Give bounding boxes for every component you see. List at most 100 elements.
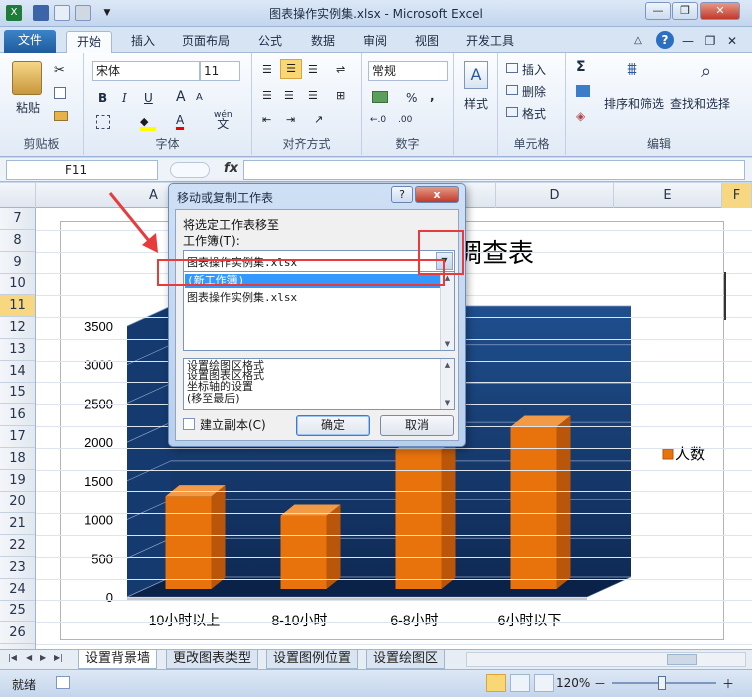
scroll-down-icon[interactable]: ▼ bbox=[441, 338, 454, 350]
column-header-e[interactable]: E bbox=[614, 183, 722, 208]
font-color-button[interactable]: A bbox=[176, 113, 185, 130]
doc-restore-icon[interactable]: ❐ bbox=[702, 31, 718, 53]
tab-developer[interactable]: 开发工具 bbox=[460, 31, 520, 53]
align-right-icon[interactable]: ☰ bbox=[308, 89, 318, 102]
decrease-indent-icon[interactable]: ⇤ bbox=[262, 113, 271, 126]
ok-button[interactable]: 确定 bbox=[296, 415, 370, 436]
sort-filter-icon[interactable]: ⩩ bbox=[618, 59, 646, 89]
page-layout-view-icon[interactable] bbox=[510, 674, 530, 692]
tab-review[interactable]: 审阅 bbox=[355, 31, 395, 53]
tab-data[interactable]: 数据 bbox=[303, 31, 343, 53]
clear-icon[interactable]: ◈ bbox=[576, 109, 585, 123]
restore-button[interactable]: ❐ bbox=[672, 2, 698, 20]
workbook-option-current[interactable]: 图表操作实例集.xlsx bbox=[187, 289, 297, 305]
tab-view[interactable]: 视图 bbox=[407, 31, 447, 53]
styles-icon[interactable]: A bbox=[464, 61, 488, 89]
increase-decimal-button[interactable]: ←.0 bbox=[370, 115, 386, 125]
grow-font-button[interactable]: A bbox=[176, 89, 186, 105]
shrink-font-button[interactable]: A bbox=[196, 92, 203, 103]
italic-button[interactable]: I bbox=[122, 91, 127, 105]
column-header-f[interactable]: F bbox=[722, 183, 752, 208]
sheet-list-item[interactable]: (移至最后) bbox=[187, 393, 240, 404]
scroll-up-icon[interactable]: ▲ bbox=[441, 359, 454, 371]
row-header-11[interactable]: 11 bbox=[0, 295, 35, 318]
copy-icon[interactable] bbox=[54, 87, 66, 99]
orientation-icon[interactable]: ↗ bbox=[314, 113, 323, 126]
autosum-button[interactable]: Σ bbox=[576, 59, 586, 75]
sheet-list-scrollbar[interactable]: ▲ ▼ bbox=[440, 359, 454, 409]
normal-view-icon[interactable] bbox=[486, 674, 506, 692]
row-header-20[interactable]: 20 bbox=[0, 491, 35, 514]
zoom-in-button[interactable]: ＋ bbox=[722, 675, 734, 692]
delete-cells-icon[interactable] bbox=[506, 85, 518, 95]
sheet-tab[interactable]: 设置图例位置 bbox=[266, 650, 359, 669]
doc-minimize-icon[interactable]: — bbox=[680, 31, 696, 53]
create-copy-checkbox[interactable] bbox=[183, 418, 195, 430]
format-painter-icon[interactable] bbox=[54, 111, 68, 121]
page-break-view-icon[interactable] bbox=[534, 674, 554, 692]
align-center-icon[interactable]: ☰ bbox=[284, 89, 294, 102]
zoom-slider[interactable] bbox=[612, 676, 716, 690]
row-header-21[interactable]: 21 bbox=[0, 513, 35, 536]
align-bottom-icon[interactable]: ☰ bbox=[308, 63, 318, 76]
insert-cells-button[interactable]: 插入 bbox=[522, 61, 546, 78]
formula-input[interactable] bbox=[243, 160, 745, 180]
macro-record-icon[interactable] bbox=[56, 676, 70, 689]
cancel-button[interactable]: 取消 bbox=[380, 415, 454, 436]
row-header-10[interactable]: 10 bbox=[0, 273, 35, 296]
row-header-14[interactable]: 14 bbox=[0, 361, 35, 383]
dialog-help-button[interactable]: ? bbox=[391, 186, 413, 203]
row-header-12[interactable]: 12 bbox=[0, 317, 35, 339]
format-cells-button[interactable]: 格式 bbox=[522, 105, 546, 122]
styles-button[interactable]: 样式 bbox=[464, 95, 488, 112]
row-header-17[interactable]: 17 bbox=[0, 426, 35, 448]
phonetic-guide-button[interactable]: wén 文 bbox=[214, 111, 233, 131]
row-header-19[interactable]: 19 bbox=[0, 470, 35, 492]
font-size-select[interactable]: 11 bbox=[200, 61, 240, 81]
paste-button[interactable]: 粘贴 bbox=[16, 99, 40, 116]
row-header-13[interactable]: 13 bbox=[0, 339, 35, 361]
help-icon[interactable]: ? bbox=[656, 31, 674, 49]
dialog-close-button[interactable]: x bbox=[415, 186, 459, 203]
ribbon-collapse-icon[interactable]: △ bbox=[630, 31, 646, 53]
tab-file[interactable]: 文件 bbox=[4, 30, 56, 53]
next-sheet-icon[interactable]: ▶ bbox=[40, 653, 46, 662]
find-select-icon[interactable]: ⌕ bbox=[692, 61, 720, 89]
wrap-text-icon[interactable]: ⇌ bbox=[336, 63, 345, 76]
currency-icon[interactable] bbox=[372, 91, 388, 103]
fill-icon[interactable] bbox=[576, 85, 590, 97]
name-box[interactable]: F11 bbox=[6, 160, 158, 180]
tab-insert[interactable]: 插入 bbox=[122, 31, 164, 53]
prev-sheet-icon[interactable]: ◀ bbox=[26, 653, 32, 662]
row-header-25[interactable]: 25 bbox=[0, 600, 35, 623]
first-sheet-icon[interactable]: |◀ bbox=[8, 653, 17, 662]
borders-icon[interactable] bbox=[96, 115, 110, 129]
comma-button[interactable]: , bbox=[430, 89, 435, 103]
find-select-button[interactable]: 查找和选择 bbox=[670, 95, 730, 112]
paste-icon[interactable] bbox=[12, 61, 42, 95]
sheet-list-item[interactable]: 坐标轴的设置 bbox=[187, 381, 253, 392]
formula-expand-icon[interactable] bbox=[170, 162, 210, 178]
scroll-down-icon[interactable]: ▼ bbox=[441, 397, 454, 409]
bold-button[interactable]: B bbox=[98, 91, 107, 105]
scroll-thumb[interactable] bbox=[667, 654, 697, 665]
percent-button[interactable]: % bbox=[406, 91, 417, 105]
row-header-26[interactable]: 26 bbox=[0, 622, 35, 645]
row-header-8[interactable]: 8 bbox=[0, 230, 35, 252]
select-all-corner[interactable] bbox=[0, 183, 36, 208]
row-header-15[interactable]: 15 bbox=[0, 382, 35, 405]
last-sheet-icon[interactable]: ▶| bbox=[54, 653, 63, 662]
fx-icon[interactable]: fx bbox=[224, 161, 238, 176]
row-header-7[interactable]: 7 bbox=[0, 208, 35, 230]
sheet-tab[interactable]: 设置绘图区 bbox=[366, 650, 446, 669]
zoom-level[interactable]: 120% bbox=[556, 676, 590, 690]
row-header-22[interactable]: 22 bbox=[0, 535, 35, 557]
zoom-out-button[interactable]: － bbox=[594, 675, 606, 692]
format-cells-icon[interactable] bbox=[506, 107, 518, 117]
tab-page-layout[interactable]: 页面布局 bbox=[176, 31, 236, 53]
doc-close-icon[interactable]: ✕ bbox=[724, 31, 740, 53]
delete-cells-button[interactable]: 删除 bbox=[522, 83, 546, 100]
decrease-decimal-button[interactable]: .00 bbox=[398, 115, 412, 125]
align-left-icon[interactable]: ☰ bbox=[262, 89, 272, 102]
sheet-tab[interactable]: 设置背景墙 bbox=[78, 650, 158, 669]
